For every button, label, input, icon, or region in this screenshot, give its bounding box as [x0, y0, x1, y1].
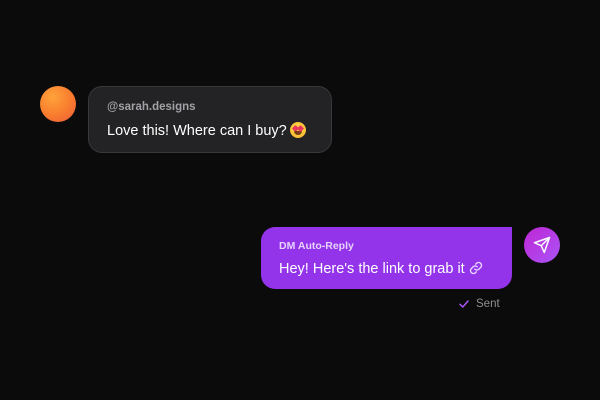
delivery-status: Sent [458, 298, 500, 310]
reply-message-row: Hey! Here's the link to grab it [279, 260, 494, 278]
auto-reply-bubble: DM Auto-Reply Hey! Here's the link to gr… [261, 227, 512, 289]
auto-reply-label: DM Auto-Reply [279, 240, 354, 252]
chat-stage: @sarah.designs Love this! Where can I bu… [0, 0, 600, 400]
send-icon [533, 236, 551, 254]
commenter-handle: @sarah.designs [107, 101, 196, 113]
star-struck-emoji-icon [289, 122, 306, 138]
check-icon [459, 300, 469, 308]
reply-text: Hey! Here's the link to grab it [279, 261, 465, 277]
send-icon-avatar [524, 227, 560, 263]
comment-message-row: Love this! Where can I buy? [107, 122, 313, 140]
commenter-avatar [40, 86, 76, 122]
incoming-comment-bubble: @sarah.designs Love this! Where can I bu… [88, 86, 332, 153]
comment-text: Love this! Where can I buy? [107, 123, 287, 139]
link-icon [469, 261, 482, 275]
status-text: Sent [476, 298, 500, 310]
